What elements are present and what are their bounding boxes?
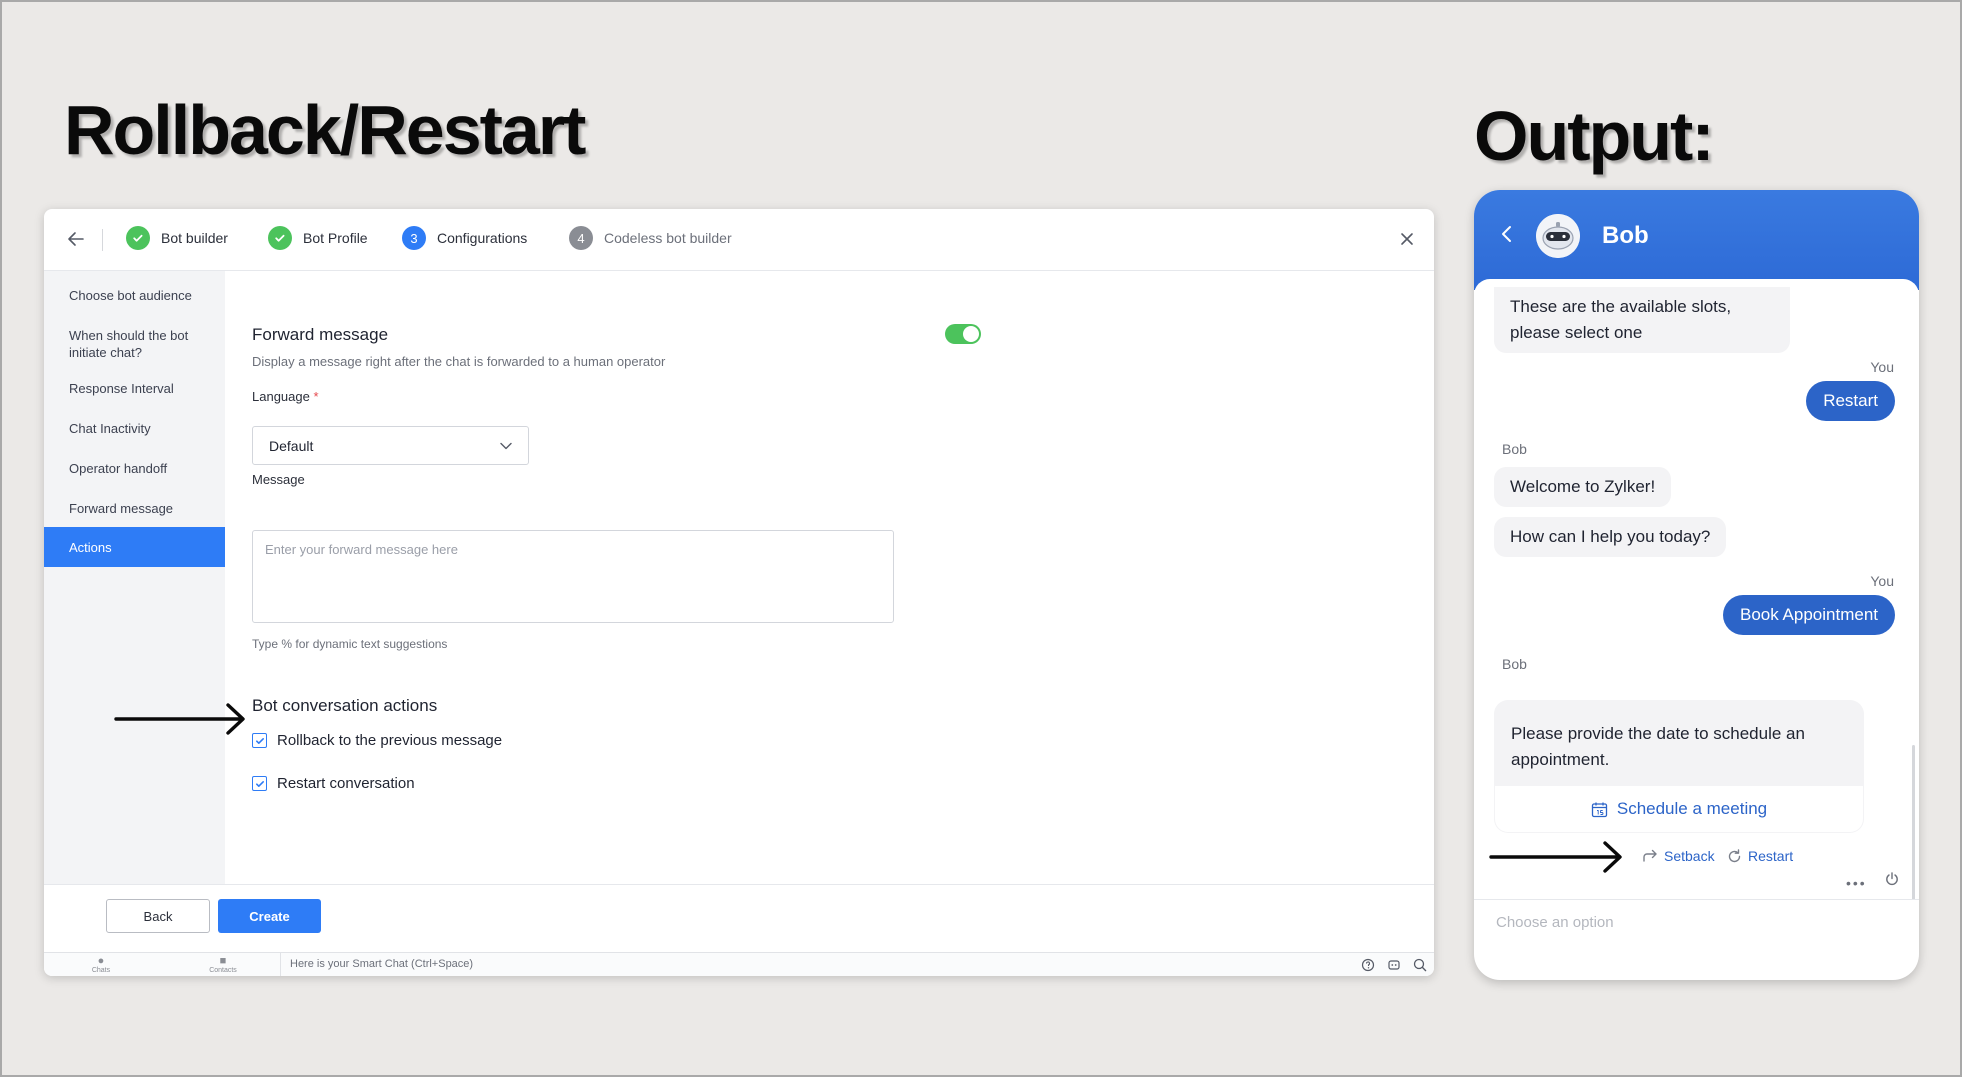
annotation-arrow-icon	[114, 703, 245, 735]
chats-tab[interactable]: ● Chats	[81, 955, 121, 974]
step-label: Configurations	[437, 230, 528, 246]
sidebar-item-forward-message[interactable]: Forward message	[44, 500, 225, 517]
forward-message-input[interactable]	[252, 530, 894, 623]
widget-header: Bob	[1474, 190, 1919, 290]
step-label: Bot Profile	[303, 230, 368, 246]
divider	[280, 953, 281, 976]
sender-label: Bob	[1502, 656, 1527, 672]
chevron-down-icon	[500, 442, 512, 449]
chat-transcript: These are the available slots, please se…	[1474, 279, 1919, 899]
message-label: Message	[252, 472, 305, 487]
chats-tab-label: Chats	[91, 967, 111, 974]
power-icon[interactable]	[1884, 871, 1900, 887]
status-bar: ● Chats ■ Contacts Here is your Smart Ch…	[44, 952, 1434, 976]
restart-button[interactable]: Restart	[1727, 848, 1793, 864]
restart-checkbox-row[interactable]: Restart conversation	[252, 775, 415, 792]
annotation-arrow-icon	[1489, 841, 1622, 873]
smart-chat-input[interactable]: Here is your Smart Chat (Ctrl+Space)	[290, 958, 473, 970]
calendar-icon	[1591, 802, 1608, 817]
slide-title: Rollback/Restart	[64, 91, 586, 169]
rollback-label: Rollback to the previous message	[277, 732, 503, 749]
step-number: 3	[402, 226, 426, 250]
contacts-icon: ■	[219, 955, 227, 967]
output-title: Output:	[1474, 97, 1715, 175]
divider	[102, 229, 103, 251]
step-label: Bot builder	[161, 230, 228, 246]
form-footer: Back Create	[44, 884, 1434, 952]
sidebar-item-actions[interactable]: Actions	[44, 527, 225, 567]
forward-message-title: Forward message	[252, 325, 389, 344]
rollback-checkbox-row[interactable]: Rollback to the previous message	[252, 732, 502, 749]
schedule-card: Please provide the date to schedule an a…	[1494, 700, 1864, 833]
sidebar-item-initiate-chat[interactable]: When should the bot initiate chat?	[44, 327, 204, 361]
bot-config-window: Bot builder Bot Profile 3 Configurations…	[44, 209, 1434, 976]
sender-label: You	[1870, 573, 1894, 589]
check-icon	[126, 226, 150, 250]
step-configurations[interactable]: 3 Configurations	[402, 226, 527, 250]
forward-message-description: Display a message right after the chat i…	[252, 354, 666, 369]
setback-button[interactable]: Setback	[1642, 848, 1715, 864]
back-button[interactable]: Back	[106, 899, 210, 933]
sender-label: You	[1870, 359, 1894, 375]
check-icon	[268, 226, 292, 250]
step-number: 4	[569, 226, 593, 250]
chat-input[interactable]: Choose an option	[1496, 914, 1614, 931]
bot-face-icon[interactable]	[1386, 957, 1402, 973]
required-mark: *	[313, 389, 319, 404]
step-bot-builder[interactable]: Bot builder	[126, 226, 228, 250]
sidebar-item-response-interval[interactable]: Response Interval	[44, 380, 225, 397]
chevron-left-icon[interactable]	[1498, 224, 1516, 244]
language-select[interactable]: Default	[252, 426, 529, 465]
user-message: Restart	[1806, 381, 1895, 421]
chat-bubbles-icon: ●	[97, 955, 105, 967]
contacts-tab-label: Contacts	[209, 967, 237, 974]
language-value: Default	[269, 437, 314, 454]
sidebar-item-chat-inactivity[interactable]: Chat Inactivity	[44, 420, 225, 437]
bot-message: Welcome to Zylker!	[1494, 467, 1672, 507]
sender-label: Bob	[1502, 441, 1527, 457]
close-icon[interactable]	[1396, 228, 1418, 250]
restart-label: Restart conversation	[277, 775, 415, 792]
scrollbar[interactable]	[1912, 745, 1915, 899]
bot-avatar-icon	[1536, 214, 1580, 258]
step-bot-profile[interactable]: Bot Profile	[268, 226, 368, 250]
language-label: Language *	[252, 389, 319, 404]
sidebar-item-choose-bot-audience[interactable]: Choose bot audience	[44, 287, 225, 304]
help-icon[interactable]	[1360, 957, 1376, 973]
dynamic-text-hint: Type % for dynamic text suggestions	[252, 637, 448, 651]
setback-label: Setback	[1664, 848, 1715, 864]
wizard-stepper: Bot builder Bot Profile 3 Configurations…	[44, 209, 1434, 271]
sidebar-item-operator-handoff[interactable]: Operator handoff	[44, 460, 225, 477]
chat-input-area: Choose an option	[1474, 899, 1919, 980]
checkbox-checked-icon[interactable]	[252, 733, 267, 748]
schedule-meeting-label: Schedule a meeting	[1616, 799, 1768, 818]
checkbox-checked-icon[interactable]	[252, 776, 267, 791]
config-sidebar: Choose bot audience When should the bot …	[44, 271, 225, 884]
setback-arrow-icon	[1643, 849, 1657, 862]
bot-message: Please provide the date to schedule an a…	[1511, 724, 1805, 769]
forward-message-toggle[interactable]	[945, 324, 981, 344]
toggle-knob	[963, 326, 979, 342]
bot-message: How can I help you today?	[1494, 517, 1727, 557]
step-codeless-bot-builder[interactable]: 4 Codeless bot builder	[569, 226, 732, 250]
restart-label: Restart	[1748, 848, 1794, 864]
contacts-tab[interactable]: ■ Contacts	[203, 955, 243, 974]
bot-conversation-actions-title: Bot conversation actions	[252, 696, 438, 715]
config-content: Forward message Display a message right …	[225, 271, 1434, 884]
search-icon[interactable]	[1412, 957, 1428, 973]
more-options-icon[interactable]: •••	[1846, 875, 1867, 891]
back-arrow-icon[interactable]	[64, 227, 88, 251]
schedule-meeting-button[interactable]: Schedule a meeting	[1495, 786, 1863, 832]
bot-name: Bob	[1602, 222, 1649, 249]
bot-message: These are the available slots, please se…	[1494, 287, 1790, 353]
create-button[interactable]: Create	[218, 899, 321, 933]
restart-icon	[1728, 848, 1741, 862]
step-label: Codeless bot builder	[604, 230, 732, 246]
user-message: Book Appointment	[1723, 595, 1895, 635]
